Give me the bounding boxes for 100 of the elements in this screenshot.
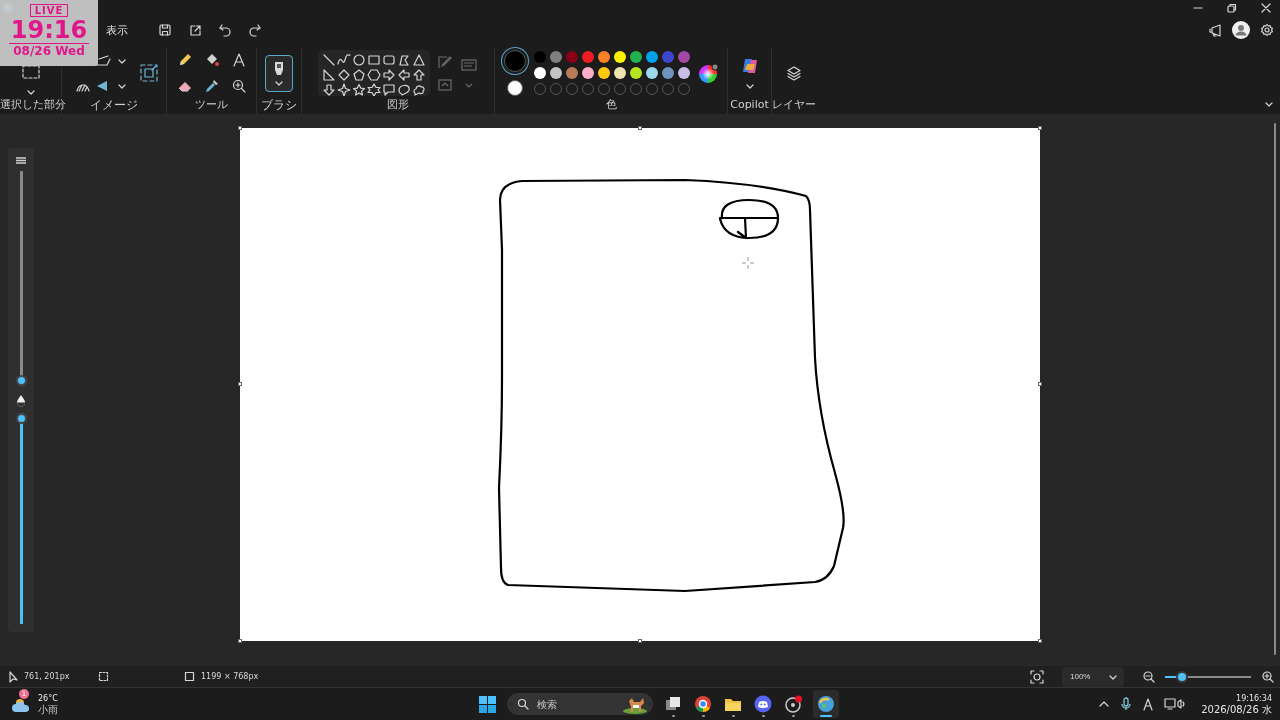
six-point-star-icon[interactable] [367, 83, 381, 96]
caret-icon[interactable] [1264, 100, 1274, 108]
oval-callout-icon[interactable] [397, 83, 411, 96]
caret-icon[interactable] [744, 82, 755, 90]
caret-icon[interactable] [117, 82, 127, 90]
close-icon[interactable] [1260, 2, 1272, 14]
resize-handle[interactable] [238, 126, 242, 130]
canvas-size: 1199 × 768px [201, 672, 259, 681]
eyedropper-icon[interactable] [203, 78, 220, 94]
redo-icon[interactable] [248, 23, 262, 37]
slider-thumb[interactable] [15, 413, 27, 424]
save-icon[interactable] [158, 23, 172, 37]
resize-icon[interactable] [139, 63, 159, 83]
triangle-icon[interactable] [412, 53, 426, 67]
rectangle-icon[interactable] [367, 53, 381, 67]
undo-icon[interactable] [218, 23, 232, 37]
line-icon[interactable] [322, 53, 336, 67]
color-swatch[interactable] [597, 67, 610, 79]
color-swatch[interactable] [581, 51, 594, 63]
color-swatch[interactable] [549, 51, 562, 63]
group-label: ツール [195, 98, 228, 111]
color-swatch[interactable] [533, 51, 546, 63]
avatar-icon[interactable] [1232, 21, 1250, 39]
zoom-slider-thumb[interactable] [1176, 670, 1189, 683]
rounded-rectangle-icon[interactable] [382, 53, 396, 67]
zoom-out-icon[interactable] [1142, 670, 1155, 683]
color-swatch[interactable] [645, 51, 658, 63]
color-swatch[interactable] [549, 67, 562, 79]
resize-handle[interactable] [1038, 382, 1042, 386]
text-icon[interactable] [230, 52, 247, 68]
star-icon[interactable] [352, 83, 366, 96]
slider-thumb[interactable] [15, 375, 27, 386]
color-swatch[interactable] [565, 67, 578, 79]
zoom-in-icon[interactable] [1261, 670, 1274, 683]
input-method-icon[interactable] [1142, 697, 1155, 711]
share-icon[interactable] [188, 23, 202, 37]
brush-button[interactable] [265, 54, 293, 92]
shapes-gallery[interactable] [318, 50, 430, 96]
pentagon-icon[interactable] [352, 68, 366, 82]
chevron-up-icon[interactable] [1098, 699, 1111, 709]
color-swatch[interactable] [661, 51, 674, 63]
zoom-dropdown[interactable]: 100% [1062, 666, 1124, 687]
diamond-icon[interactable] [337, 68, 351, 82]
color-swatch[interactable] [629, 67, 642, 79]
start-icon[interactable] [478, 694, 497, 714]
color-swatch[interactable] [613, 67, 626, 79]
color-swatch[interactable] [645, 67, 658, 79]
microphone-icon[interactable] [1120, 697, 1133, 711]
caret-icon[interactable] [117, 57, 127, 65]
right-arrow-icon[interactable] [382, 68, 396, 82]
four-point-star-icon[interactable] [337, 83, 351, 96]
resize-handle[interactable] [238, 639, 242, 643]
rectangle-callout-icon[interactable] [382, 83, 396, 96]
up-arrow-icon[interactable] [412, 68, 426, 82]
curve-icon[interactable] [337, 53, 351, 67]
color-swatch[interactable] [565, 51, 578, 63]
oval-icon[interactable] [352, 53, 366, 67]
resize-handle[interactable] [638, 126, 642, 130]
temperature[interactable]: 26°C [38, 693, 58, 704]
color-swatch[interactable] [661, 67, 674, 79]
color-swatch[interactable] [581, 67, 594, 79]
down-arrow-icon[interactable] [322, 83, 336, 96]
fit-to-window-icon[interactable] [1030, 669, 1044, 684]
color-swatch[interactable] [533, 67, 546, 79]
copilot-icon[interactable] [740, 56, 759, 74]
menu-item[interactable]: 表示 [100, 20, 134, 40]
hexagon-icon[interactable] [367, 68, 381, 82]
color-swatch[interactable] [597, 51, 610, 63]
polygon-icon[interactable] [397, 53, 411, 67]
left-arrow-icon[interactable] [397, 68, 411, 82]
color-swatch[interactable] [629, 51, 642, 63]
megaphone-icon[interactable] [1208, 23, 1222, 37]
taskbar-app-button[interactable] [813, 690, 839, 718]
secondary-color-swatch[interactable] [506, 80, 523, 96]
color-swatch[interactable] [613, 51, 626, 63]
settings-icon[interactable] [1260, 23, 1274, 37]
widget-date: 08/26 Wed [13, 44, 85, 59]
primary-color-swatch[interactable] [503, 50, 526, 72]
resize-handle[interactable] [238, 382, 242, 386]
search-field[interactable]: 検索 [535, 697, 615, 711]
cloud-callout-icon[interactable] [412, 83, 426, 96]
resize-handle[interactable] [1038, 639, 1042, 643]
caret-icon[interactable] [25, 88, 36, 96]
scrollbar[interactable] [1274, 123, 1276, 655]
right-triangle-icon[interactable] [322, 68, 336, 82]
canvas-size-icon [184, 671, 195, 682]
network-speaker-icon[interactable] [1164, 697, 1186, 711]
resize-handle[interactable] [1038, 126, 1042, 130]
clock-time[interactable]: 19:16:34 [1236, 693, 1272, 704]
selection-icon[interactable] [20, 64, 41, 80]
restore-icon[interactable] [1226, 2, 1238, 14]
layers-icon[interactable] [785, 64, 802, 82]
color-wheel-icon[interactable] [697, 62, 719, 84]
resize-handle[interactable] [638, 639, 642, 643]
color-swatch[interactable] [677, 51, 690, 63]
clock-date[interactable]: 2026/08/26 水 [1201, 704, 1272, 715]
weather-condition[interactable]: 小雨 [38, 704, 58, 715]
color-swatch[interactable] [677, 67, 690, 79]
zoom-icon[interactable] [230, 78, 247, 94]
search-bar[interactable]: 検索 [507, 693, 653, 715]
